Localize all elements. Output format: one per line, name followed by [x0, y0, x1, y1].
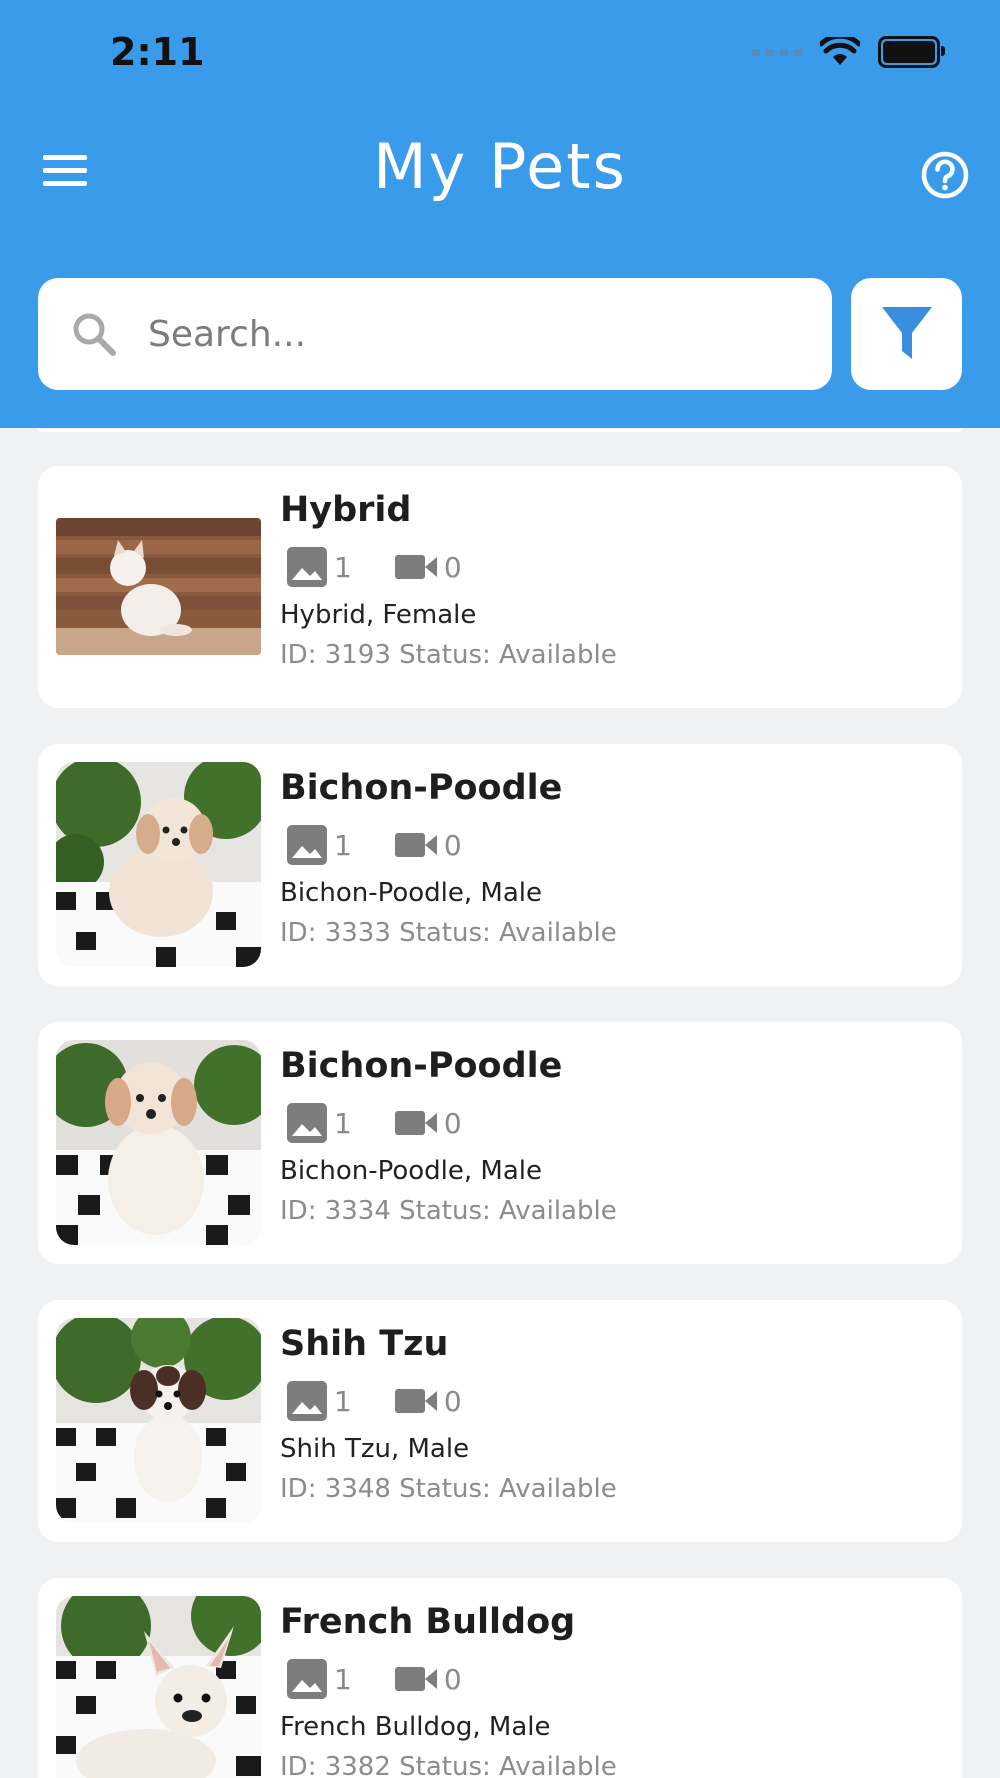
- pet-breed-sex: French Bulldog, Male: [280, 1712, 551, 1742]
- screen: 2:11 My Pets Search... Hybrid 1 0 Hybrid…: [0, 0, 1000, 1778]
- pet-id-status: ID: 3193 Status: Available: [280, 640, 617, 670]
- pet-photo: [56, 1040, 261, 1245]
- pet-card[interactable]: Hybrid 1 0 Hybrid, Female ID: 3193 Statu…: [38, 466, 962, 708]
- photo-icon: [287, 825, 327, 865]
- filter-button[interactable]: [851, 278, 962, 390]
- video-icon: [394, 1111, 437, 1135]
- app-header: 2:11 My Pets: [0, 0, 1000, 428]
- media-counts: 1 0: [286, 1380, 504, 1422]
- media-counts: 1 0: [286, 1102, 504, 1144]
- pet-id-status: ID: 3382 Status: Available: [280, 1752, 617, 1778]
- media-counts: 1 0: [286, 1658, 504, 1700]
- pet-card[interactable]: French Bulldog 1 0 French Bulldog, Male …: [38, 1578, 962, 1778]
- page-title: My Pets: [373, 130, 627, 203]
- photo-icon: [287, 1381, 327, 1421]
- media-counts: 1 0: [286, 546, 504, 588]
- pet-list: Hybrid 1 0 Hybrid, Female ID: 3193 Statu…: [38, 466, 962, 1778]
- pet-photo: [56, 518, 261, 655]
- search-bar: [38, 278, 832, 390]
- help-icon: [921, 151, 969, 199]
- pet-breed-sex: Shih Tzu, Male: [280, 1434, 470, 1464]
- video-count: 0: [443, 1384, 462, 1418]
- pet-name: French Bulldog: [280, 1602, 576, 1642]
- pet-card[interactable]: Bichon-Poodle 1 0 Bichon-Poodle, Male ID…: [38, 1022, 962, 1264]
- pet-name: Bichon-Poodle: [280, 1046, 563, 1086]
- video-count: 0: [443, 550, 462, 584]
- cellular-signal-icon: [752, 48, 802, 56]
- video-count: 0: [443, 828, 462, 862]
- pet-photo: [56, 1596, 261, 1778]
- video-icon: [394, 833, 437, 857]
- status-indicators: [752, 36, 945, 68]
- pet-breed-sex: Bichon-Poodle, Male: [280, 878, 543, 908]
- status-time: 2:11: [110, 30, 205, 74]
- photo-icon: [287, 547, 327, 587]
- help-button[interactable]: [920, 150, 970, 200]
- wifi-icon: [820, 37, 860, 65]
- video-count: 0: [443, 1662, 462, 1696]
- pet-name: Bichon-Poodle: [280, 768, 563, 808]
- search-icon: [73, 313, 116, 356]
- pet-name: Shih Tzu: [280, 1324, 449, 1364]
- video-icon: [394, 555, 437, 579]
- pet-id-status: ID: 3348 Status: Available: [280, 1474, 617, 1504]
- photo-count: 1: [334, 1106, 352, 1140]
- video-count: 0: [443, 1106, 462, 1140]
- media-counts: 1 0: [286, 824, 504, 866]
- video-icon: [394, 1389, 437, 1413]
- video-icon: [394, 1667, 437, 1691]
- pet-card[interactable]: Shih Tzu 1 0 Shih Tzu, Male ID: 3348 Sta…: [38, 1300, 962, 1542]
- pet-breed-sex: Hybrid, Female: [280, 600, 477, 630]
- search-input[interactable]: [146, 312, 790, 356]
- photo-icon: [287, 1103, 327, 1143]
- photo-count: 1: [334, 828, 352, 862]
- pet-name: Hybrid: [280, 490, 412, 530]
- filter-icon: [881, 307, 932, 359]
- pet-id-status: ID: 3333 Status: Available: [280, 918, 617, 948]
- pet-photo: [56, 1318, 261, 1523]
- pet-card[interactable]: Bichon-Poodle 1 0 Bichon-Poodle, Male ID…: [38, 744, 962, 986]
- photo-count: 1: [334, 1384, 352, 1418]
- photo-count: 1: [334, 1662, 352, 1696]
- photo-count: 1: [334, 550, 352, 584]
- pet-breed-sex: Bichon-Poodle, Male: [280, 1156, 543, 1186]
- pet-photo: [56, 762, 261, 967]
- pet-id-status: ID: 3334 Status: Available: [280, 1196, 617, 1226]
- photo-icon: [287, 1659, 327, 1699]
- battery-icon: [878, 36, 945, 68]
- list-top-edge: [38, 428, 962, 432]
